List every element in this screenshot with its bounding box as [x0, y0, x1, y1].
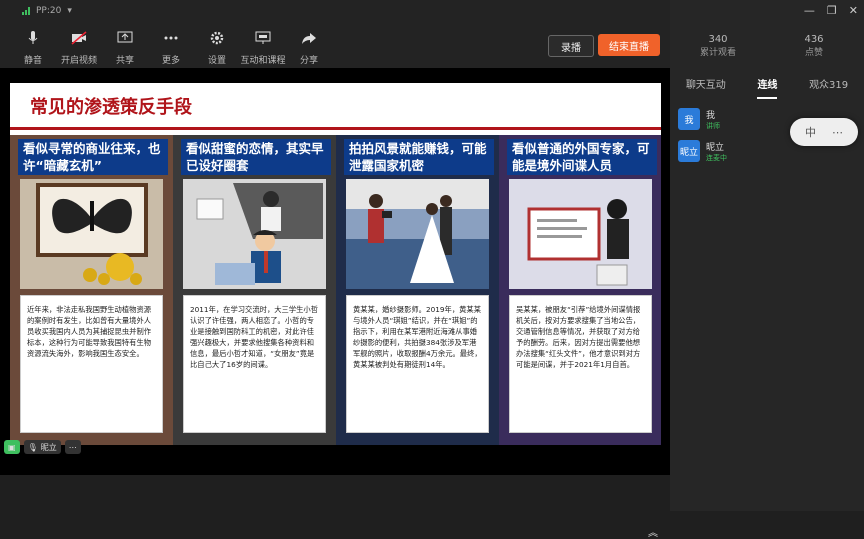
top-toolbar: PP:20 ▾ 静音 开启视频 共享 更多 设置 互动和课程 分享 录播 结束直播 [0, 0, 670, 68]
avatar: 昵立 [678, 140, 700, 162]
side-tabs: 聊天互动 连线 观众319 [670, 76, 864, 99]
tab-connect[interactable]: 连线 [757, 76, 778, 99]
interaction-button[interactable]: 互动和课程 [240, 30, 286, 66]
settings-button[interactable]: 设置 [194, 30, 240, 66]
stat-views: 340 累计观看 [688, 34, 748, 58]
stat-views-label: 累计观看 [699, 48, 736, 58]
stat-views-number: 340 [708, 34, 728, 45]
collapse-up-icon[interactable]: ︽ [648, 524, 662, 539]
tab-chat[interactable]: 聊天互动 [686, 76, 726, 99]
panel-text: 黄某某，婚纱摄影师。2019年，黄某某与境外人员“琪姐”结识，并在“琪姐”的指示… [346, 295, 489, 433]
speaker-name-pill: 🎙 昵立 [23, 440, 61, 454]
restore-icon[interactable]: ❐ [827, 4, 837, 17]
ime-language[interactable]: 中 [805, 124, 816, 140]
wedding-photo-illustration [346, 179, 489, 289]
panel-caption: 看似普通的外国专家，可能是境外间谍人员 [507, 139, 657, 175]
toolbar-label: 静音 [23, 56, 42, 66]
bottom-bar: ▣ 🎙 昵立 ⋯ [0, 440, 670, 511]
status-text: PP:20 [36, 6, 62, 16]
arrow-share-icon [301, 30, 317, 49]
minimize-icon[interactable]: — [804, 4, 815, 17]
member-item[interactable]: 我 我讲师 [678, 108, 720, 131]
slide-panel-1: 看似寻常的商业往来，也许“暗藏玄机” 近年来，非法走私我国野生动植物资源的案例时… [10, 135, 173, 445]
slide-panel-3: 拍拍风景就能赚钱，可能泄露国家机密 黄某某，婚纱摄影师。2019年，黄某某与境外… [336, 135, 499, 445]
toolbar-label: 共享 [115, 56, 134, 66]
microphone-icon: 🎙 [27, 442, 38, 452]
panel-text: 近年来，非法走私我国野生动植物资源的案例时有发生，比如曾有大量境外人员收买我国内… [20, 295, 163, 433]
window-controls: — ❐ ✕ [804, 4, 858, 17]
forward-button[interactable]: 分享 [286, 30, 332, 66]
network-status: PP:20 ▾ [22, 6, 72, 16]
camera-off-icon [71, 30, 87, 49]
toolbar-label: 更多 [161, 56, 180, 66]
avatar: 我 [678, 108, 700, 130]
couple-laptop-illustration [183, 179, 326, 289]
record-button[interactable]: 录播 [548, 35, 594, 57]
camera-icon[interactable]: ▣ [4, 440, 20, 454]
panel-caption: 拍拍风景就能赚钱，可能泄露国家机密 [344, 139, 494, 175]
mute-button[interactable]: 静音 [10, 30, 56, 66]
close-icon[interactable]: ✕ [849, 4, 858, 17]
ellipsis-icon [163, 30, 179, 49]
slide: 常见的渗透策反手段 看似寻常的商业往来，也许“暗藏玄机” 近年来，非法走私我国野… [10, 83, 661, 445]
tab-audience[interactable]: 观众319 [809, 76, 848, 99]
speaker-name: 昵立 [40, 442, 57, 452]
title-divider [10, 127, 661, 130]
toolbar-label: 设置 [207, 56, 226, 66]
stat-likes-label: 点赞 [804, 48, 823, 58]
share-button[interactable]: 共享 [102, 30, 148, 66]
toolbar-label: 互动和课程 [240, 56, 286, 66]
slide-panel-2: 看似甜蜜的恋情，其实早已设好圈套 2011年，在学习交流时，大三学生小哲认识了许… [173, 135, 336, 445]
interact-icon [255, 30, 271, 49]
ime-menu-icon[interactable]: ⋯ [832, 126, 843, 139]
toolbar-label: 分享 [299, 56, 318, 66]
panel-caption: 看似寻常的商业往来，也许“暗藏玄机” [18, 139, 168, 175]
slide-title: 常见的渗透策反手段 [30, 97, 192, 118]
member-name: 昵立 [706, 143, 725, 153]
spy-document-illustration [509, 179, 652, 289]
panel-caption: 看似甜蜜的恋情，其实早已设好圈套 [181, 139, 331, 175]
signal-icon [22, 7, 30, 15]
member-name: 我 [706, 111, 716, 121]
end-live-button[interactable]: 结束直播 [598, 34, 660, 56]
more-button[interactable]: 更多 [148, 30, 194, 66]
slide-panel-4: 看似普通的外国专家，可能是境外间谍人员 吴某某，被朋友“引荐”给境外间谍情报机关… [499, 135, 661, 445]
panel-text: 吴某某，被朋友“引荐”给境外间谍情报机关后，按对方要求搜集了当地公告，交通管制信… [509, 295, 652, 433]
panel-text: 2011年，在学习交流时，大三学生小哲认识了许佳强，两人相恋了。小哲的专业是接触… [183, 295, 326, 433]
member-tag: 连麦中 [706, 154, 727, 162]
toolbar-buttons: 静音 开启视频 共享 更多 设置 互动和课程 分享 [10, 30, 332, 66]
stat-likes-number: 436 [804, 34, 824, 45]
chevron-down-icon[interactable]: ▾ [67, 6, 72, 16]
microphone-icon [25, 30, 41, 49]
video-button[interactable]: 开启视频 [56, 30, 102, 66]
stat-likes: 436 点赞 [784, 34, 844, 58]
speaker-indicator: ▣ 🎙 昵立 ⋯ [4, 440, 81, 454]
more-options-icon[interactable]: ⋯ [64, 440, 81, 454]
toolbar-label: 开启视频 [60, 56, 97, 66]
share-screen-icon [117, 30, 133, 49]
gear-icon [209, 30, 225, 49]
ime-widget[interactable]: 中 ⋯ [790, 118, 858, 146]
butterfly-specimen-illustration [20, 179, 163, 289]
member-tag: 讲师 [706, 122, 720, 130]
right-panel: — ❐ ✕ 340 累计观看 436 点赞 聊天互动 连线 观众319 我 我讲… [670, 0, 864, 511]
presentation-stage: 常见的渗透策反手段 看似寻常的商业往来，也许“暗藏玄机” 近年来，非法走私我国野… [0, 68, 670, 539]
member-item[interactable]: 昵立 昵立 连麦中 [678, 140, 727, 163]
